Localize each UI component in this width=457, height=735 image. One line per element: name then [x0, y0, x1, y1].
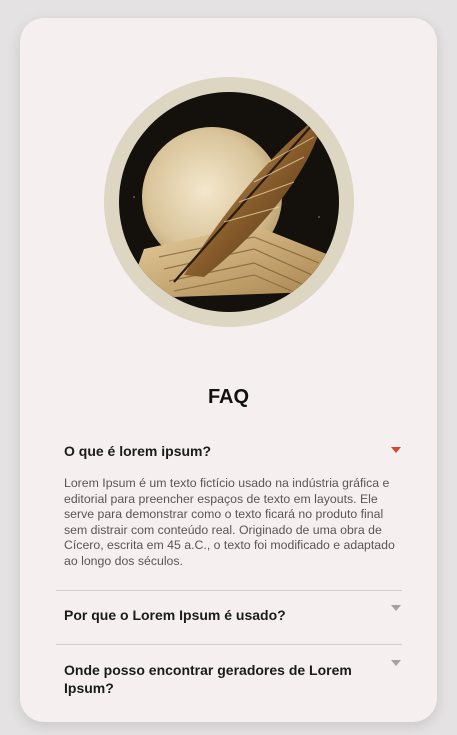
faq-answer: Lorem Ipsum é um texto fictício usado na…: [64, 476, 395, 568]
caret-down-icon: [391, 660, 401, 666]
faq-question: Onde posso encontrar geradores de Lorem …: [64, 662, 352, 696]
hero-image: [104, 77, 354, 327]
faq-list: O que é lorem ipsum? Lorem Ipsum é um te…: [56, 423, 402, 697]
faq-question: O que é lorem ipsum?: [64, 443, 212, 459]
faq-card: FAQ O que é lorem ipsum? Lorem Ipsum é u…: [20, 18, 437, 722]
faq-question-toggle[interactable]: Onde posso encontrar geradores de Lorem …: [56, 645, 402, 697]
faq-question-toggle[interactable]: Por que o Lorem Ipsum é usado?: [56, 591, 402, 644]
caret-down-icon: [391, 605, 401, 611]
faq-item: Por que o Lorem Ipsum é usado?: [56, 590, 402, 644]
faq-question-toggle[interactable]: O que é lorem ipsum?: [56, 423, 402, 460]
quill-feather-icon: [104, 77, 354, 327]
faq-title: FAQ: [207, 386, 250, 408]
faq-question: Por que o Lorem Ipsum é usado?: [64, 607, 286, 623]
faq-item: O que é lorem ipsum? Lorem Ipsum é um te…: [56, 423, 402, 590]
faq-item: Onde posso encontrar geradores de Lorem …: [56, 644, 402, 697]
caret-down-icon: [391, 447, 401, 453]
